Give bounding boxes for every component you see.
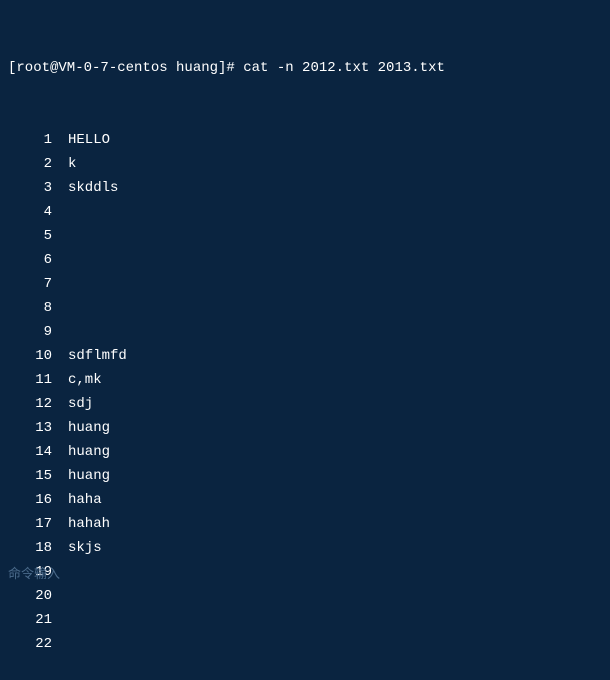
line-content	[60, 272, 68, 296]
output-line: 20	[8, 584, 610, 608]
output-line: 4	[8, 200, 610, 224]
output-line: 9	[8, 320, 610, 344]
line-number: 9	[8, 320, 60, 344]
output-line: 19	[8, 560, 610, 584]
line-content: huang	[60, 464, 110, 488]
line-content: skjs	[60, 536, 102, 560]
output-line: 6	[8, 248, 610, 272]
line-number: 12	[8, 392, 60, 416]
line-content: skddls	[60, 176, 118, 200]
line-number: 13	[8, 416, 60, 440]
output-line: 13huang	[8, 416, 610, 440]
output-line: 21	[8, 608, 610, 632]
line-number: 6	[8, 248, 60, 272]
line-number: 11	[8, 368, 60, 392]
line-number: 2	[8, 152, 60, 176]
line-content: huang	[60, 416, 110, 440]
line-number: 5	[8, 224, 60, 248]
output-line: 8	[8, 296, 610, 320]
line-content	[60, 560, 68, 584]
output-line: 16haha	[8, 488, 610, 512]
line-content	[60, 608, 68, 632]
output-container: 1HELLO2k3skddls45678910sdflmfd11c,mk12sd…	[8, 128, 610, 656]
output-line: 11c,mk	[8, 368, 610, 392]
input-hint-label: 命令输入	[8, 563, 60, 582]
output-line: 3skddls	[8, 176, 610, 200]
line-number: 21	[8, 608, 60, 632]
line-content: huang	[60, 440, 110, 464]
output-line: 2k	[8, 152, 610, 176]
line-content: c,mk	[60, 368, 102, 392]
output-line: 1HELLO	[8, 128, 610, 152]
output-line: 12sdj	[8, 392, 610, 416]
line-content	[60, 296, 68, 320]
output-line: 15huang	[8, 464, 610, 488]
line-number: 15	[8, 464, 60, 488]
line-number: 20	[8, 584, 60, 608]
line-content	[60, 632, 68, 656]
output-line: 5	[8, 224, 610, 248]
line-number: 1	[8, 128, 60, 152]
terminal-output[interactable]: [root@VM-0-7-centos huang]# cat -n 2012.…	[8, 8, 610, 680]
output-line: 18skjs	[8, 536, 610, 560]
line-number: 16	[8, 488, 60, 512]
line-content: hahah	[60, 512, 110, 536]
line-number: 7	[8, 272, 60, 296]
line-number: 17	[8, 512, 60, 536]
line-content	[60, 248, 68, 272]
line-content	[60, 584, 68, 608]
line-content	[60, 224, 68, 248]
line-content: sdflmfd	[60, 344, 127, 368]
output-line: 14huang	[8, 440, 610, 464]
line-content: sdj	[60, 392, 93, 416]
line-content	[60, 320, 68, 344]
line-content: HELLO	[60, 128, 110, 152]
line-content: haha	[60, 488, 102, 512]
command-prompt-line: [root@VM-0-7-centos huang]# cat -n 2012.…	[8, 56, 610, 80]
line-content	[60, 200, 68, 224]
output-line: 10sdflmfd	[8, 344, 610, 368]
output-line: 7	[8, 272, 610, 296]
line-number: 14	[8, 440, 60, 464]
line-number: 22	[8, 632, 60, 656]
line-number: 8	[8, 296, 60, 320]
line-number: 18	[8, 536, 60, 560]
output-line: 22	[8, 632, 610, 656]
prompt-text: [root@VM-0-7-centos huang]# cat -n 2012.…	[8, 56, 445, 80]
line-number: 10	[8, 344, 60, 368]
line-number: 3	[8, 176, 60, 200]
line-content: k	[60, 152, 76, 176]
line-number: 4	[8, 200, 60, 224]
output-line: 17hahah	[8, 512, 610, 536]
